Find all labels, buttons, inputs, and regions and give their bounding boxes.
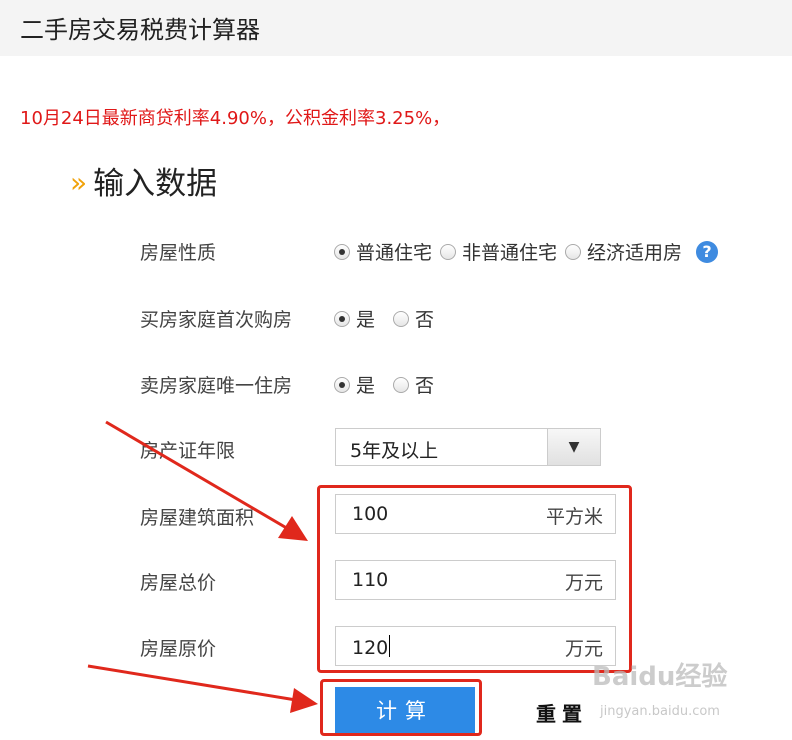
watermark-logo: Baidu经验 — [592, 662, 728, 692]
original-price-label: 房屋原价 — [140, 638, 217, 660]
radio-icon[interactable] — [393, 376, 410, 393]
arrow-to-inputs-head — [278, 516, 308, 541]
seller-only-home-yes[interactable]: 是 — [334, 371, 375, 398]
section-title: 输入数据 — [93, 166, 218, 202]
cert-years-select[interactable]: 5年及以上 ▼ — [335, 428, 601, 466]
first-purchase-yes[interactable]: 是 — [334, 305, 375, 332]
radio-checked-icon[interactable] — [334, 243, 350, 260]
reset-button[interactable]: 重置 — [536, 698, 588, 727]
rate-notice: 10月24日最新商贷利率4.90%，公积金利率3.25%， — [20, 108, 451, 129]
first-purchase-label: 买房家庭首次购房 — [140, 309, 293, 331]
seller-only-home-radio-group: 是 否 — [334, 371, 442, 398]
page-title: 二手房交易税费计算器 — [20, 16, 260, 44]
first-purchase-no[interactable]: 否 — [393, 305, 434, 332]
house-type-option-affordable[interactable]: 经济适用房 — [565, 238, 682, 265]
radio-icon[interactable] — [393, 310, 410, 327]
cert-years-label: 房产证年限 — [140, 440, 236, 462]
option-label: 经济适用房 — [587, 242, 683, 264]
seller-only-home-no[interactable]: 否 — [393, 371, 434, 398]
section-heading: » 输入数据 — [70, 158, 217, 203]
arrow-to-button — [87, 664, 297, 702]
radio-checked-icon[interactable] — [334, 376, 350, 393]
header: 二手房交易税费计算器 — [0, 0, 792, 56]
radio-checked-icon[interactable] — [334, 310, 350, 327]
option-label: 非普通住宅 — [462, 242, 558, 264]
calculate-button[interactable]: 计算 — [335, 687, 475, 733]
highlight-box-inputs — [317, 485, 632, 673]
option-label: 否 — [415, 375, 435, 397]
area-label: 房屋建筑面积 — [140, 507, 255, 529]
seller-only-home-label: 卖房家庭唯一住房 — [140, 375, 293, 397]
option-label: 否 — [415, 309, 435, 331]
chevron-icon: » — [70, 166, 88, 199]
help-icon[interactable]: ? — [696, 240, 719, 263]
watermark-url: jingyan.baidu.com — [600, 704, 720, 719]
house-type-label: 房屋性质 — [140, 242, 217, 264]
cert-years-value: 5年及以上 — [350, 440, 439, 462]
option-label: 是 — [356, 309, 376, 331]
house-type-option-non-ordinary[interactable]: 非普通住宅 — [440, 238, 557, 265]
option-label: 普通住宅 — [356, 242, 433, 264]
radio-icon[interactable] — [440, 243, 457, 260]
radio-icon[interactable] — [565, 243, 582, 260]
chevron-down-icon[interactable]: ▼ — [547, 429, 600, 465]
arrow-to-button-head — [290, 688, 318, 713]
house-type-radio-group: 普通住宅 非普通住宅 经济适用房 ? — [334, 238, 719, 265]
total-price-label: 房屋总价 — [140, 572, 217, 594]
option-label: 是 — [356, 375, 376, 397]
house-type-option-ordinary[interactable]: 普通住宅 — [334, 238, 432, 265]
first-purchase-radio-group: 是 否 — [334, 305, 442, 332]
